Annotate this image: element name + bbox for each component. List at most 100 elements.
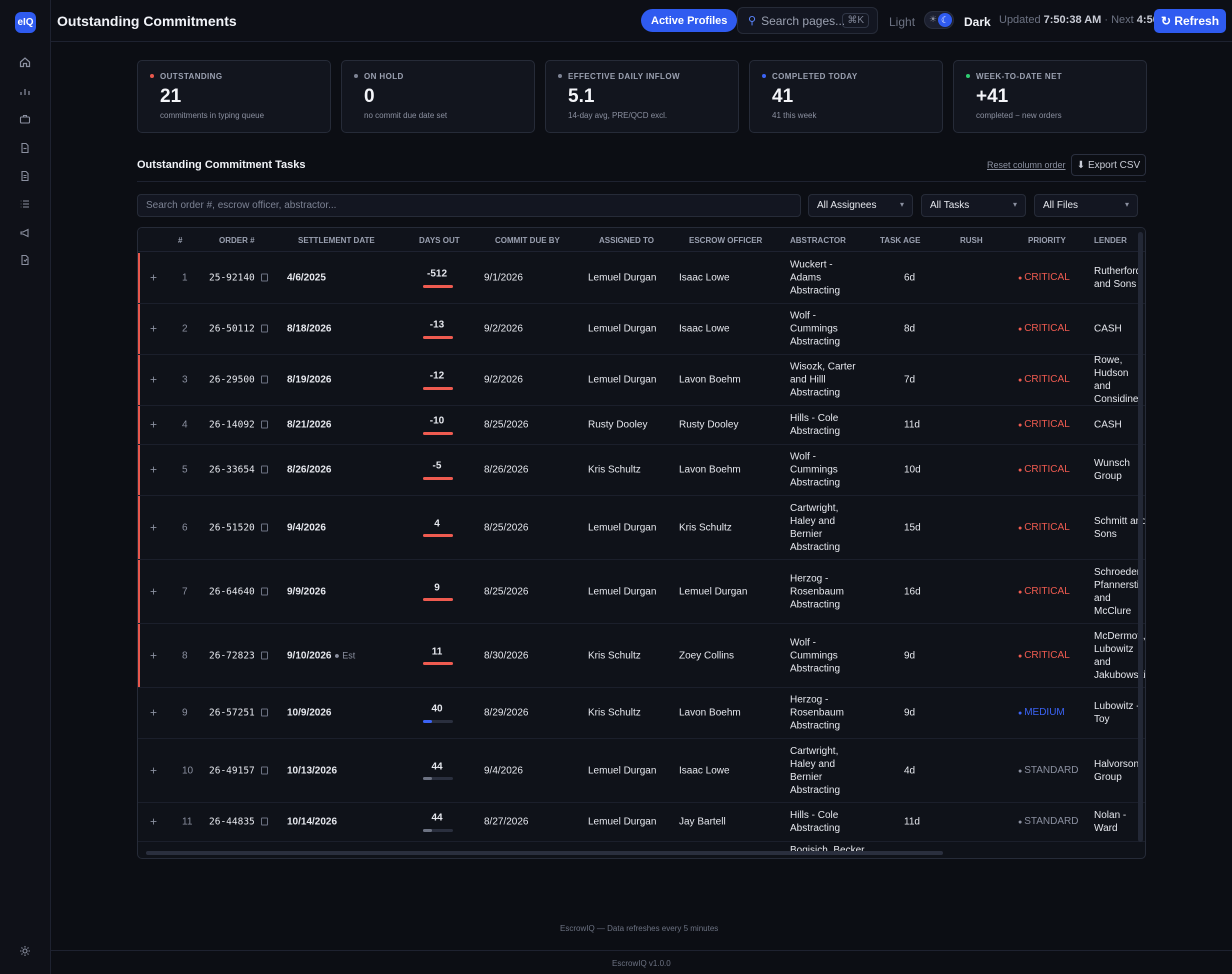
copy-icon[interactable] (260, 465, 268, 474)
column-header[interactable]: RUSH (960, 236, 983, 245)
theme-toggle[interactable]: ☀ ☾ (924, 11, 954, 29)
app-logo[interactable]: eIQ (15, 12, 36, 33)
column-header[interactable]: ORDER # (219, 236, 255, 245)
file-filter[interactable]: All Files ▾ (1034, 194, 1138, 217)
abstractor-cell: Herzog - Rosenbaum Abstracting (790, 573, 844, 610)
settlement-date-value: 9/4/2026 (287, 522, 326, 533)
column-header[interactable]: SETTLEMENT DATE (298, 236, 375, 245)
export-csv-button[interactable]: ⬇ Export CSV (1071, 154, 1146, 176)
task-age: 16d (904, 586, 921, 597)
column-header[interactable]: DAYS OUT (419, 236, 460, 245)
settings-icon[interactable] (17, 943, 33, 959)
column-header[interactable]: ABSTRACTOR (790, 236, 846, 245)
order-number: 26-14092 (209, 419, 268, 432)
task-filter[interactable]: All Tasks ▾ (921, 194, 1026, 217)
stat-label: ON HOLD (364, 72, 404, 81)
table-row[interactable]: +2 26-50112 8/18/2026 -13 9/2/2026 Lemuel Dur… (138, 304, 1145, 355)
column-header[interactable]: ESCROW OFFICER (689, 236, 762, 245)
commit-due-date: 9/1/2026 (484, 272, 523, 284)
assigned-to: Lemuel Durgan (588, 323, 657, 335)
copy-icon[interactable] (260, 420, 268, 429)
priority-badge: CRITICAL (1018, 585, 1070, 599)
column-header[interactable]: PRIORITY (1028, 236, 1066, 245)
copy-icon[interactable] (260, 324, 268, 333)
page-search[interactable]: ⚲ Search pages... ⌘K (737, 7, 878, 34)
settlement-date: 8/18/2026 (287, 323, 332, 336)
chart-icon[interactable] (17, 83, 33, 99)
expand-icon[interactable]: + (150, 585, 157, 598)
expand-icon[interactable]: + (150, 373, 157, 387)
briefcase-icon[interactable] (17, 111, 33, 127)
days-out: -10 (429, 415, 445, 427)
column-header[interactable]: ASSIGNED TO (599, 236, 654, 245)
copy-icon[interactable] (260, 273, 268, 282)
copy-icon[interactable] (260, 651, 268, 659)
task-age: 15d (904, 522, 921, 533)
expand-icon[interactable]: + (150, 815, 157, 829)
row-number: 6 (182, 522, 188, 533)
expand-icon[interactable]: + (150, 463, 157, 477)
stat-label: COMPLETED TODAY (772, 72, 858, 81)
expand-icon[interactable]: + (150, 322, 157, 336)
reset-column-order-link[interactable]: Reset column order (987, 160, 1066, 170)
table-row[interactable]: +3 26-29500 8/19/2026 -12 9/2/2026 Lemuel Dur… (138, 355, 1145, 406)
stat-week-net: WEEK-TO-DATE NET +41 completed − new ord… (953, 60, 1147, 133)
copy-icon[interactable] (260, 587, 268, 595)
expand-icon[interactable]: + (150, 649, 157, 662)
copy-icon[interactable] (260, 817, 268, 826)
expand-icon[interactable]: + (150, 764, 157, 777)
abstractor-cell: Cartwright, Haley and Bernier Abstractin… (790, 502, 841, 553)
active-profiles-button[interactable]: Active Profiles (641, 9, 738, 32)
list-icon[interactable] (17, 196, 33, 212)
days-out: 44 (431, 761, 443, 772)
copy-icon[interactable] (260, 375, 268, 384)
home-icon[interactable] (17, 54, 33, 70)
table-row[interactable]: +8 26-72823 9/10/2026 ● Est 11 8/30/2026 Kris… (138, 624, 1145, 688)
task-age: 6d (904, 272, 916, 284)
vertical-scrollbar[interactable] (1138, 232, 1143, 842)
table-row[interactable]: +5 26-33654 8/26/2026 -5 8/26/2026 Kris Schul… (138, 445, 1145, 496)
column-header[interactable]: TASK AGE (880, 236, 920, 245)
column-header[interactable]: # (178, 236, 182, 245)
refresh-button[interactable]: ↻ Refresh (1154, 9, 1226, 33)
stat-value: +41 (976, 86, 1009, 107)
assignee-filter[interactable]: All Assignees ▾ (808, 194, 913, 217)
copy-icon[interactable] (260, 708, 268, 717)
table-row[interactable]: +7 26-64640 9/9/2026 9 8/25/2026 Lemuel Durga… (138, 560, 1145, 624)
theme-dark-label[interactable]: Dark (964, 15, 991, 29)
search-placeholder: Search pages... (761, 13, 846, 28)
table-search-input[interactable]: Search order #, escrow officer, abstract… (137, 194, 801, 217)
footer-divider (51, 950, 1232, 951)
table-row[interactable]: +9 26-57251 10/9/2026 40 8/29/2026 Kris Schul… (138, 688, 1145, 739)
table-row[interactable]: +1 25-92140 4/6/2025 -512 9/1/2026 Lemuel Dur… (138, 253, 1145, 304)
document-icon[interactable] (17, 140, 33, 156)
expand-icon[interactable]: + (150, 521, 157, 534)
report-icon[interactable] (17, 252, 33, 268)
priority-badge: CRITICAL (1018, 521, 1070, 535)
expand-icon[interactable]: + (150, 418, 157, 432)
copy-icon[interactable] (260, 523, 268, 531)
theme-light-label[interactable]: Light (889, 15, 915, 29)
commit-due-date: 8/25/2026 (484, 419, 529, 431)
order-number: 26-33654 (209, 464, 268, 477)
assignee-filter-value: All Assignees (817, 200, 877, 211)
file-icon[interactable] (17, 168, 33, 184)
settlement-date: 8/21/2026 (287, 419, 332, 432)
megaphone-icon[interactable] (17, 225, 33, 241)
horizontal-scrollbar[interactable] (146, 851, 943, 855)
column-header[interactable]: LENDER (1094, 236, 1127, 245)
assigned-to: Rusty Dooley (588, 419, 648, 431)
table-row[interactable]: +11 26-44835 10/14/2026 44 8/27/2026 Lemuel D… (138, 803, 1145, 842)
days-out: 11 (431, 646, 443, 657)
stat-label: WEEK-TO-DATE NET (976, 72, 1063, 81)
copy-icon[interactable] (260, 766, 268, 774)
commitments-table: # ORDER # SETTLEMENT DATE DAYS OUT COMMIT DU… (137, 227, 1146, 859)
table-row[interactable]: +10 26-49157 10/13/2026 44 9/4/2026 Lemuel Du… (138, 739, 1145, 803)
table-row[interactable]: +6 26-51520 9/4/2026 4 8/25/2026 Lemuel Durga… (138, 496, 1145, 560)
expand-icon[interactable]: + (150, 271, 157, 285)
expand-icon[interactable]: + (150, 706, 157, 720)
table-row[interactable]: +4 26-14092 8/21/2026 -10 8/25/2026 Rusty Doo… (138, 406, 1145, 445)
assigned-to: Lemuel Durgan (588, 765, 657, 776)
priority-badge: CRITICAL (1018, 649, 1070, 663)
column-header[interactable]: COMMIT DUE BY (495, 236, 560, 245)
